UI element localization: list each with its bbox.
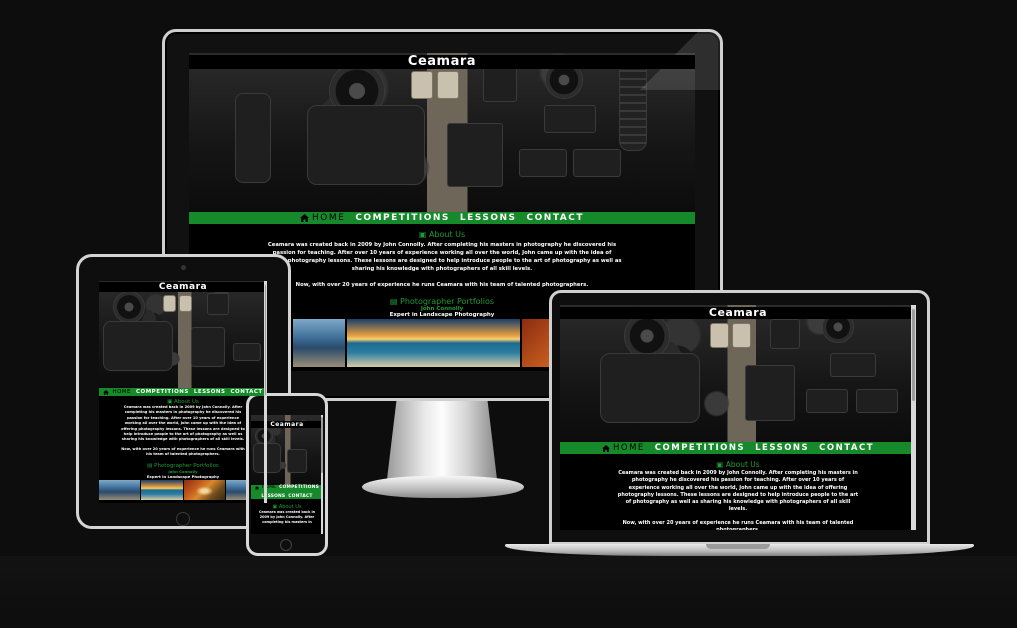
camera-icon: ▣ [716,460,724,469]
nav-competitions[interactable]: COMPETITIONS [279,485,319,491]
about-paragraph-1: Ceamara was created back in 2009 by John… [262,242,622,272]
camera-body [307,105,425,185]
about-paragraph-2: Now, with over 20 years of experience he… [121,446,245,457]
home-icon [300,214,309,222]
main-nav: HOME COMPETITIONS LESSONS CONTACT [189,212,695,224]
main-nav: HOME COMPETITIONS LESSONS CONTACT [99,388,267,396]
about-section: ▣ About Us Ceamara was created back in 2… [99,399,267,479]
about-paragraph-1: Ceamara was created back in 2009 by John… [121,405,245,442]
portfolio-photo[interactable] [99,480,141,500]
nav-home[interactable]: HOME [602,443,645,453]
home-icon [602,444,610,452]
camera-body [103,321,173,371]
battery [806,389,848,413]
about-paragraph-1: Ceamara was created back in 2009 by John… [617,470,859,513]
memory-card [732,323,751,348]
monitor-stand [386,401,498,481]
battery [830,353,876,377]
about-heading: ▣ About Us [716,460,760,469]
nav-home-label: HOME [312,213,346,223]
memory-card [163,295,176,312]
camera-body [600,353,700,423]
portfolio-gallery [99,480,267,500]
about-paragraph-2: Now, with over 20 years of experience he… [295,282,589,288]
photographer-role: Expert in Landscape Photography [146,473,220,479]
nav-home-label: HOME [612,443,645,453]
phone-home-button [280,539,292,551]
nav-home[interactable]: HOME [300,213,345,223]
flash-trigger [191,327,225,367]
about-section: ▣ About Us Ceamara was created back in 2… [560,460,916,530]
tripod-head [235,93,271,183]
site-logo[interactable]: Ceamara [560,307,916,319]
nav-home[interactable]: HOME [103,389,131,395]
camera-cap [483,68,517,102]
scrollbar[interactable] [911,305,916,530]
nav-competitions[interactable]: COMPETITIONS [655,443,745,453]
flash-trigger [287,449,307,473]
main-nav: HOME COMPETITIONS LESSONS CONTACT [251,485,323,499]
laptop-screen: Ceamara HOME COMPETITIONS LESSONS CONTAC… [560,305,916,530]
site-logo[interactable]: Ceamara [189,55,695,69]
battery [856,389,898,413]
tablet-camera [181,265,186,270]
battery [233,343,261,361]
portfolio-photo[interactable] [182,480,225,500]
portfolio-photo[interactable] [140,480,183,500]
hero-image [560,305,916,442]
nav-lessons[interactable]: LESSONS [194,389,226,395]
about-paragraph-2: Now, with over 20 years of experience he… [622,519,854,530]
image-icon: ▤ [389,297,398,306]
about-heading: ▣ About Us [418,230,466,239]
site-logo[interactable]: Ceamara [99,282,267,292]
nav-competitions[interactable]: COMPETITIONS [355,213,450,223]
camera-icon: ▣ [418,230,427,239]
battery [519,149,567,177]
camera-lens [113,291,145,323]
nav-contact[interactable]: CONTACT [231,389,263,395]
portfolio-photo[interactable] [344,319,520,367]
memory-card [710,323,729,348]
flash-trigger [447,123,503,187]
camera-cap [207,293,229,315]
scrollbar[interactable] [321,415,323,534]
battery [544,105,596,133]
nav-contact[interactable]: CONTACT [527,213,584,223]
battery [573,149,621,177]
memory-card [411,71,433,99]
floor-reflection [0,556,1017,628]
hero-image [99,281,267,389]
nav-competitions[interactable]: COMPETITIONS [136,389,189,395]
about-section: ▣ About Us Ceamara was created back in 2… [251,504,323,525]
tablet-home-button [176,512,190,526]
memory-card [437,71,459,99]
home-icon [255,486,260,490]
camera-cap [770,319,800,349]
about-paragraph-1: Ceamara was created back in 2009 by John… [258,510,316,524]
monitor-stand-base [362,476,524,498]
main-nav: HOME COMPETITIONS LESSONS CONTACT [560,442,916,454]
image-icon: ▤ [147,462,153,469]
phone-screen: Ceamara HOME COMPETITIONS LESSONS CONTAC… [251,415,323,534]
scrollbar[interactable] [264,281,267,503]
nav-lessons[interactable]: LESSONS [755,443,809,453]
nav-contact[interactable]: CONTACT [819,443,874,453]
flash-trigger [745,365,795,421]
camera-body [253,443,281,473]
memory-card [179,295,192,312]
laptop-trackpad-notch [706,544,770,549]
hero-image [189,53,695,212]
site-logo[interactable]: Ceamara [251,421,323,428]
camera-strap [619,61,647,151]
nav-lessons[interactable]: LESSONS [460,213,517,223]
tablet-screen: Ceamara HOME COMPETITIONS LESSONS CONTAC… [99,281,267,503]
nav-contact[interactable]: CONTACT [288,494,312,500]
nav-home-label: HOME [112,389,131,395]
portfolio-photo[interactable] [293,319,345,367]
home-icon [103,389,110,395]
